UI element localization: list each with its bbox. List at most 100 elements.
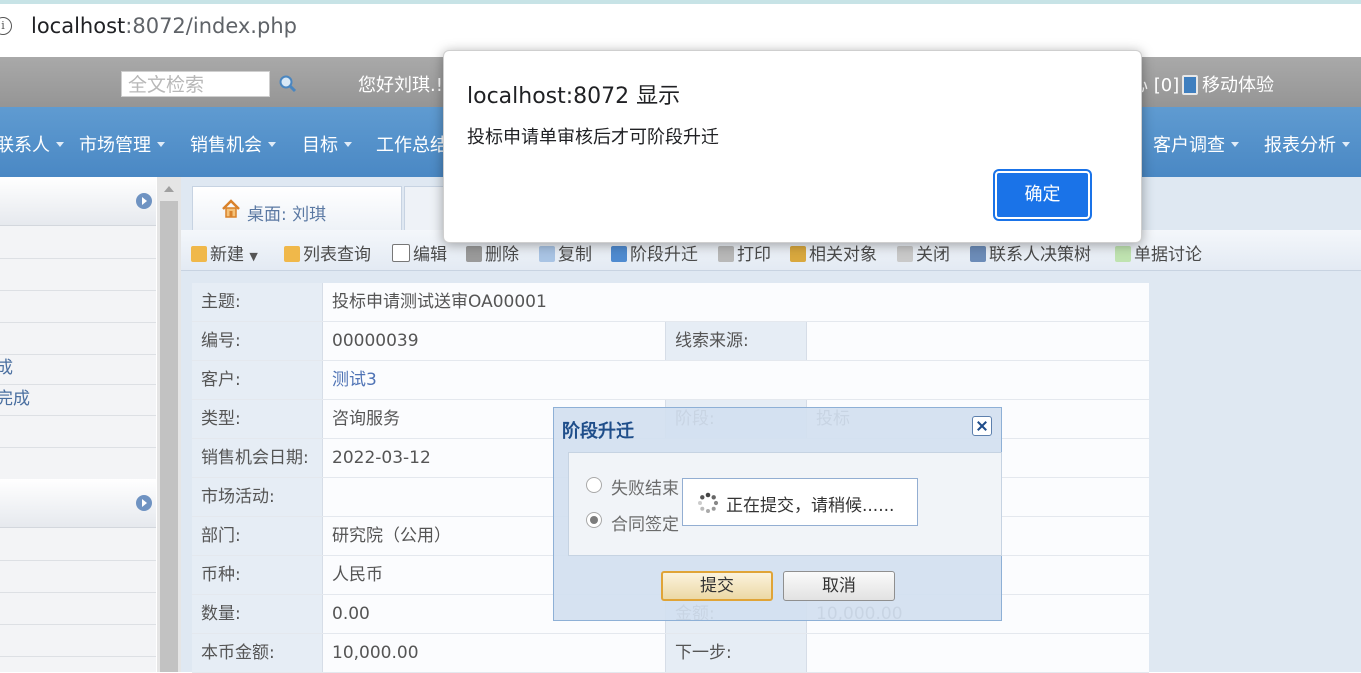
tab-strip-edge: [0, 0, 1361, 4]
sidebar-item[interactable]: [0, 259, 156, 291]
print-button[interactable]: 打印: [718, 240, 771, 265]
printer-icon: [718, 246, 734, 262]
expand-arrow-icon[interactable]: [136, 495, 152, 511]
field-value: 投标申请测试送审OA00001: [332, 292, 547, 312]
field-value: 2022-03-12: [332, 448, 431, 468]
radio-label: 合同签定: [611, 515, 679, 535]
edit-icon: [392, 244, 410, 262]
trash-icon: [466, 246, 482, 262]
bar-chart-icon: [611, 246, 627, 262]
org-tree-icon: [970, 246, 986, 262]
chevron-down-icon: [157, 142, 165, 147]
field-label: 销售机会日期:: [192, 439, 323, 477]
field-value: 咨询服务: [332, 409, 400, 429]
field-label: 下一步:: [665, 634, 807, 672]
list-icon: [284, 246, 300, 262]
form-row-local-amount: 本币金额: 10,000.00 下一步:: [192, 634, 1149, 673]
browser-address-bar[interactable]: i localhost:8072/index.php: [0, 0, 1361, 50]
loading-text: 正在提交，请稍候......: [726, 496, 895, 516]
edit-button[interactable]: 编辑: [392, 240, 447, 265]
tab-desktop[interactable]: 桌面: 刘琪: [192, 186, 402, 230]
stage-upgrade-button[interactable]: 阶段升迁: [611, 240, 698, 265]
sidebar-item[interactable]: [0, 323, 156, 355]
field-label: 编号:: [192, 322, 323, 360]
nav-item-goals[interactable]: 目标: [302, 131, 352, 157]
nav-item-opportunities[interactable]: 销售机会: [190, 131, 276, 157]
new-button[interactable]: 新建 ▼: [191, 240, 258, 265]
chat-icon: [1115, 246, 1131, 262]
nav-item-survey[interactable]: 客户调查: [1153, 131, 1239, 157]
sidebar-item[interactable]: [0, 291, 156, 323]
sidebar-item[interactable]: [0, 561, 156, 593]
new-icon: [191, 246, 207, 262]
close-icon: [897, 246, 913, 262]
submit-button[interactable]: 提交: [661, 571, 773, 601]
mobile-phone-icon: [1182, 75, 1198, 95]
site-info-icon[interactable]: i: [0, 17, 12, 35]
sidebar-item[interactable]: 成: [0, 353, 156, 385]
sidebar-item[interactable]: [0, 448, 156, 480]
discuss-button[interactable]: 单据讨论: [1115, 240, 1202, 265]
nav-item-reports[interactable]: 报表分析: [1264, 131, 1350, 157]
tab-opportunity[interactable]: [404, 186, 444, 230]
search-icon[interactable]: [278, 74, 298, 94]
sidebar-item[interactable]: [0, 625, 156, 657]
user-greeting: 您好刘琪.!: [358, 75, 443, 96]
delete-button[interactable]: 删除: [466, 240, 519, 265]
home-icon: [222, 199, 240, 218]
field-value: 10,000.00: [332, 643, 419, 663]
sidebar-item[interactable]: [0, 227, 156, 259]
nav-item-work-summary[interactable]: 工作总结: [376, 131, 448, 157]
close-button[interactable]: 关闭: [897, 240, 950, 265]
sidebar-scrollbar[interactable]: [157, 177, 181, 672]
cancel-button[interactable]: 取消: [783, 571, 895, 601]
field-label: 市场活动:: [192, 478, 323, 516]
sidebar-item[interactable]: [0, 529, 156, 561]
expand-arrow-icon[interactable]: [136, 193, 152, 209]
dialog-title: 阶段升迁: [562, 421, 634, 442]
field-value: 00000039: [332, 331, 419, 351]
left-sidebar: 成 完成: [0, 177, 156, 672]
mobile-experience-link[interactable]: 移动体验: [1182, 71, 1274, 97]
sidebar-item[interactable]: 完成: [0, 384, 156, 416]
chevron-down-icon: [1231, 142, 1239, 147]
field-label: 线索来源:: [665, 322, 807, 360]
sidebar-section-header[interactable]: [0, 177, 156, 226]
chevron-down-icon: [344, 142, 352, 147]
field-label: 币种:: [192, 556, 323, 594]
field-label: 本币金额:: [192, 634, 323, 672]
field-value: 人民币: [332, 565, 383, 585]
ok-button[interactable]: 确定: [995, 171, 1090, 219]
chevron-down-icon: ▼: [249, 250, 258, 263]
close-icon[interactable]: [972, 416, 992, 436]
address-url[interactable]: localhost:8072/index.php: [31, 14, 297, 38]
field-label: 主题:: [192, 283, 323, 321]
sidebar-item[interactable]: [0, 416, 156, 448]
scroll-up-icon[interactable]: [164, 186, 174, 192]
copy-button[interactable]: 复制: [539, 240, 592, 265]
field-value: 研究院（公用）: [332, 526, 451, 546]
search-input[interactable]: 全文检索: [121, 71, 270, 97]
field-label: 类型:: [192, 400, 323, 438]
radio-label: 失败结束: [611, 479, 679, 499]
radio-fail-end[interactable]: [586, 477, 602, 493]
field-label: 客户:: [192, 361, 323, 399]
chevron-down-icon: [268, 142, 276, 147]
scrollbar-thumb[interactable]: [160, 201, 178, 672]
nav-item-market[interactable]: 市场管理: [79, 131, 165, 157]
alert-title: localhost:8072 显示: [467, 84, 681, 109]
alert-message: 投标申请单审核后才可阶段升迁: [467, 127, 719, 148]
nav-item-contacts[interactable]: 联系人: [0, 131, 64, 157]
loading-indicator: 正在提交，请稍候......: [682, 478, 918, 526]
radio-contract-signed[interactable]: [586, 512, 602, 528]
chevron-down-icon: [56, 142, 64, 147]
customer-link[interactable]: 测试3: [332, 361, 377, 399]
decision-tree-button[interactable]: 联系人决策树: [970, 240, 1091, 265]
sidebar-section-header[interactable]: [0, 479, 156, 528]
people-icon: [790, 246, 806, 262]
list-query-button[interactable]: 列表查询: [284, 240, 371, 265]
related-objects-button[interactable]: 相关对象: [790, 240, 877, 265]
sidebar-item[interactable]: [0, 593, 156, 625]
form-row-customer: 客户: 测试3: [192, 361, 1149, 400]
form-row-number: 编号: 00000039 线索来源:: [192, 322, 1149, 361]
